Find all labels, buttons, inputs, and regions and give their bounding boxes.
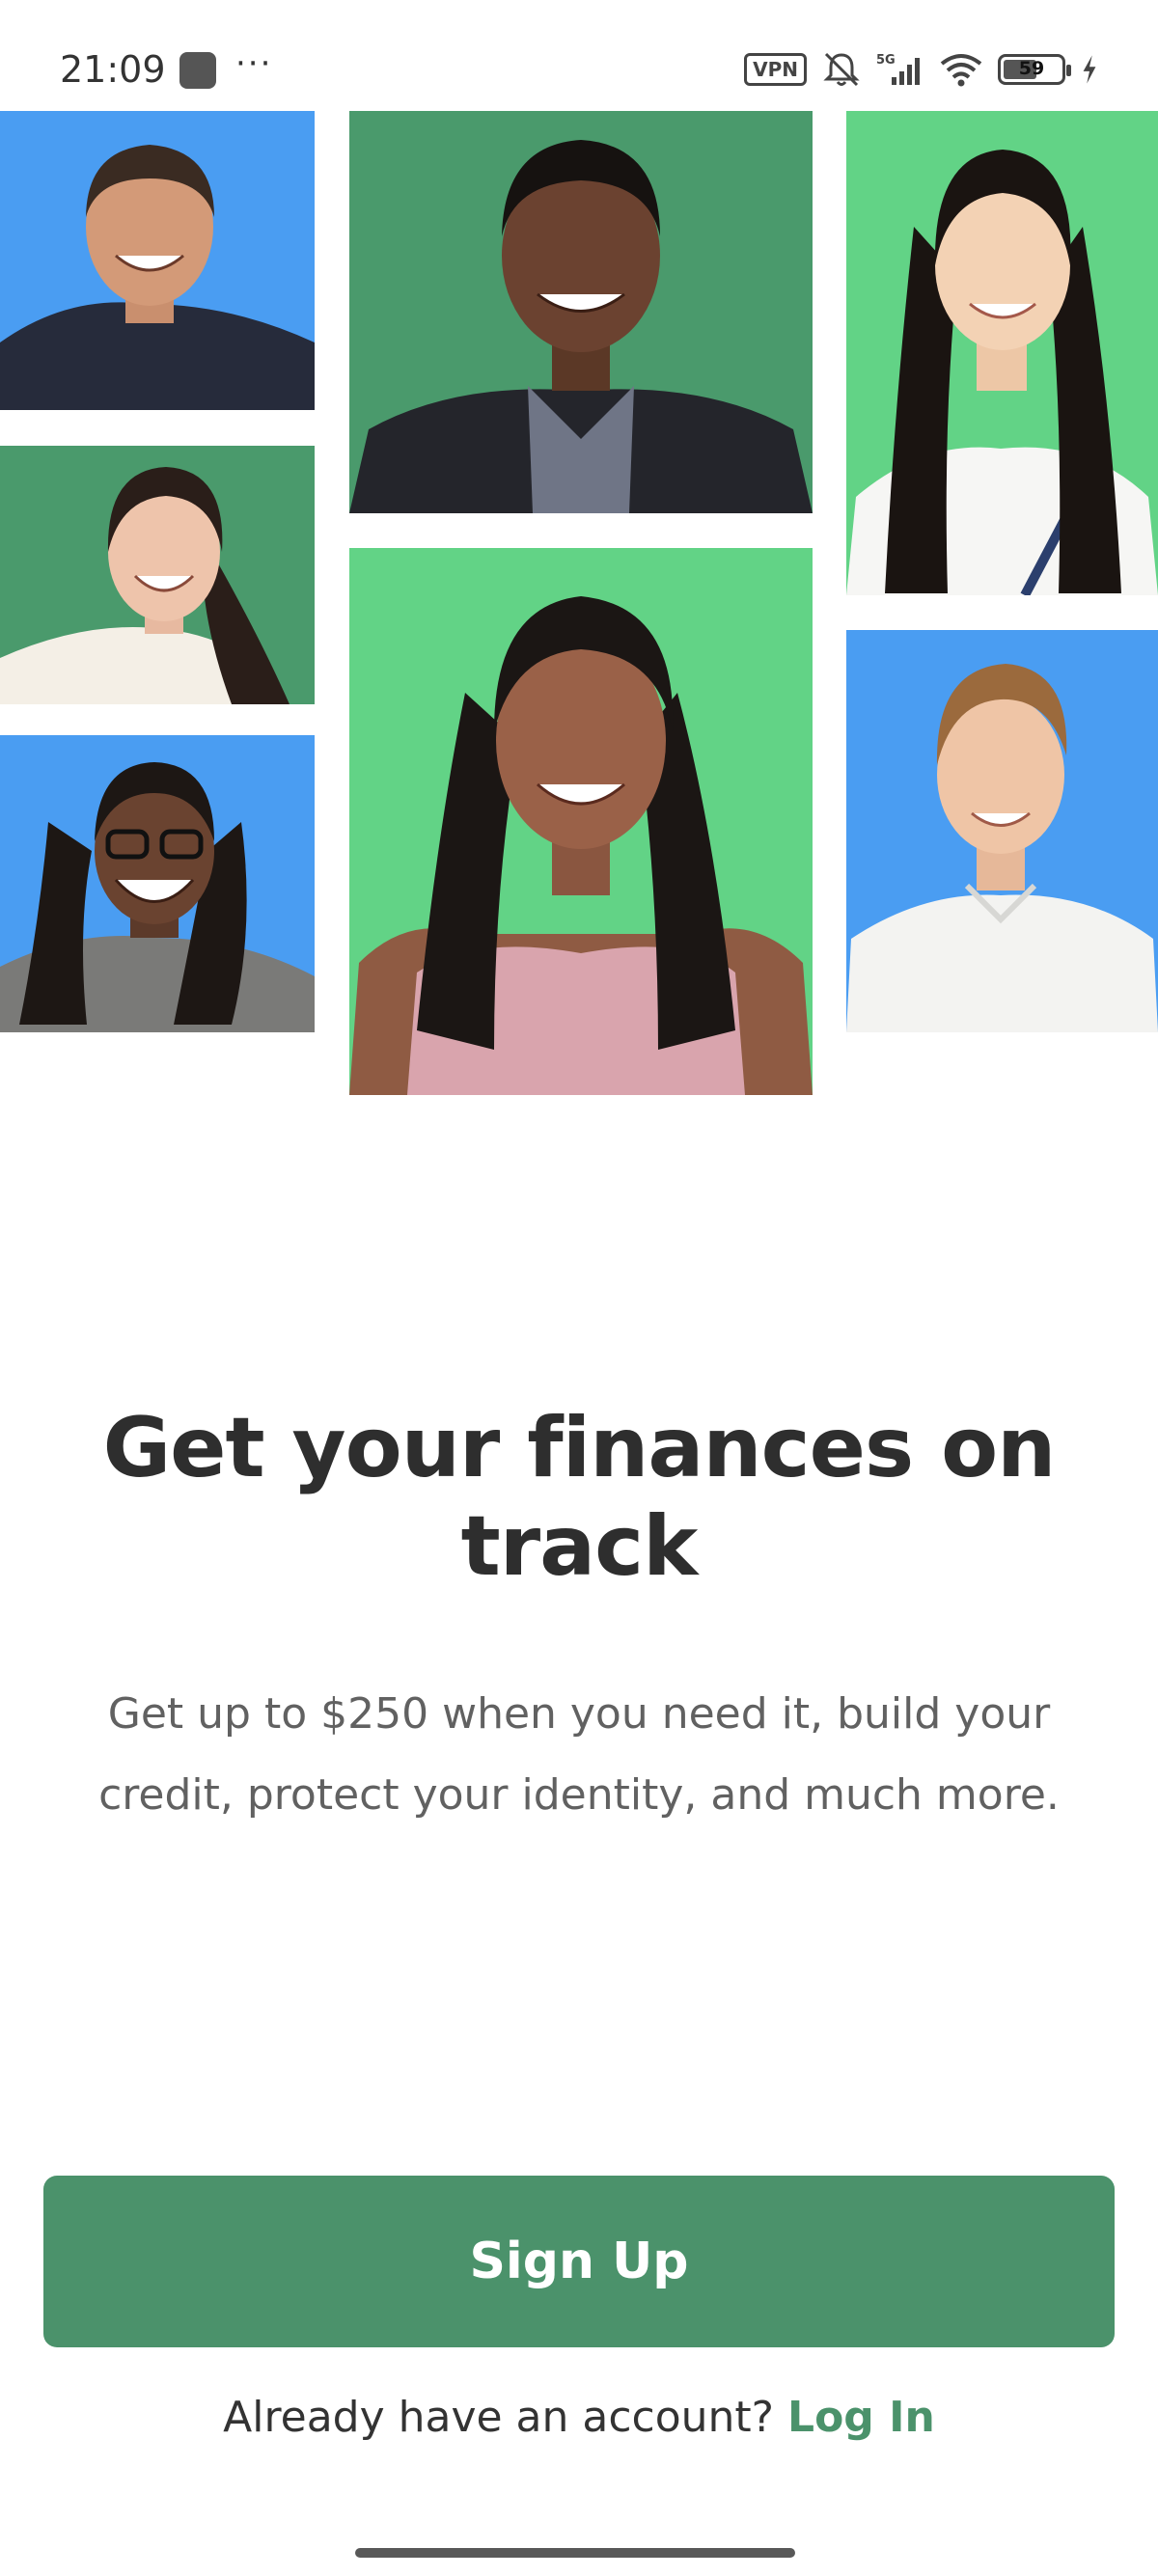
battery-icon: 59 bbox=[998, 54, 1071, 85]
app-notification-icon bbox=[179, 52, 216, 89]
signup-button[interactable]: Sign Up bbox=[43, 2176, 1115, 2347]
login-link[interactable]: Log In bbox=[787, 2393, 935, 2442]
photo-woman-pink-top bbox=[349, 548, 813, 1095]
home-indicator[interactable] bbox=[355, 2548, 795, 2558]
page-subtitle: Get up to $250 when you need it, build y… bbox=[98, 1689, 1060, 1820]
wifi-icon bbox=[940, 54, 982, 87]
battery-level: 59 bbox=[1018, 58, 1045, 79]
page-title: Get your finances on track bbox=[102, 1400, 1057, 1595]
photo-man-suit bbox=[349, 111, 813, 513]
network-type-label: 5G bbox=[876, 53, 896, 68]
photo-man-smiling bbox=[0, 111, 315, 410]
status-icons: VPN 5G 59 bbox=[744, 48, 1100, 91]
photo-woman-long-hair bbox=[846, 111, 1158, 595]
login-row: Already have an account? Log In bbox=[0, 2393, 1158, 2442]
photo-young-man-blonde bbox=[846, 630, 1158, 1032]
mute-bell-icon bbox=[823, 52, 860, 87]
photo-woman-glasses-braids bbox=[0, 735, 315, 1032]
vpn-icon: VPN bbox=[744, 53, 807, 86]
status-time: 21:09 bbox=[60, 48, 166, 91]
signal-icon: 5G bbox=[876, 53, 920, 85]
charging-icon bbox=[1083, 55, 1096, 84]
photo-mosaic bbox=[0, 111, 1158, 1095]
more-notifications-icon: ··· bbox=[235, 44, 273, 83]
photo-woman-dark-ponytail bbox=[0, 446, 315, 704]
login-prompt: Already have an account? bbox=[223, 2393, 788, 2442]
battery-cap bbox=[1066, 65, 1071, 76]
status-bar: 21:09 ··· VPN 5G 59 bbox=[0, 0, 1158, 111]
